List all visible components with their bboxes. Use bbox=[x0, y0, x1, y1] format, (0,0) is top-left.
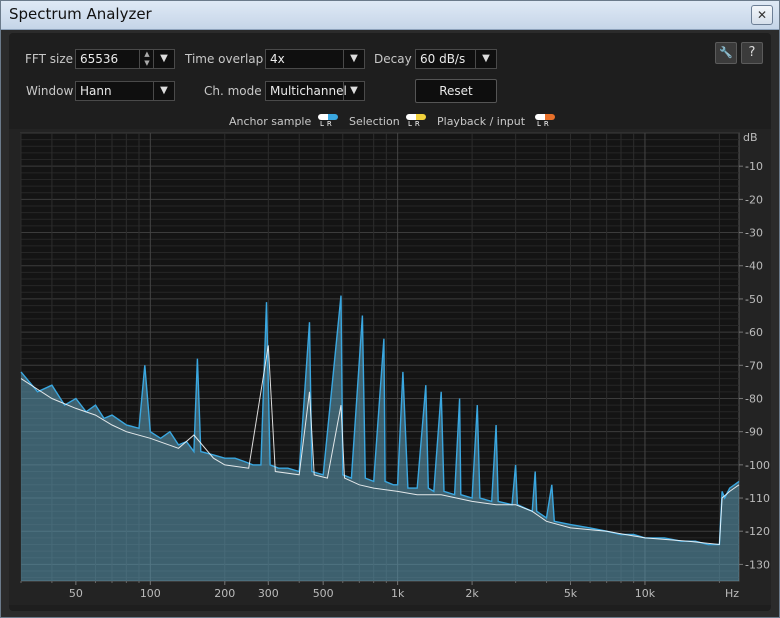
x-axis-unit: Hz bbox=[725, 587, 739, 600]
l-label: L bbox=[320, 120, 327, 128]
time-overlap-value: 4x bbox=[270, 52, 285, 66]
r-label: R bbox=[414, 120, 423, 128]
y-tick-label: -80 bbox=[745, 392, 763, 405]
legend-selection-swatch: LR bbox=[406, 114, 426, 128]
channel-mode-value: Multichannel bbox=[270, 84, 347, 98]
window-function-value: Hann bbox=[80, 84, 112, 98]
y-tick-label: -50 bbox=[745, 293, 763, 306]
spectrum-plot[interactable]: -10 -20 -30 -40 -50 -60 -70 -80 -90 -100 -110 -120 -… bbox=[9, 129, 771, 605]
y-tick-label: -110 bbox=[745, 492, 770, 505]
x-tick-label: 2k bbox=[465, 587, 479, 600]
chevron-down-icon[interactable]: ▼ bbox=[153, 82, 174, 100]
chevron-down-icon[interactable]: ▼ bbox=[153, 50, 174, 68]
legend-playback-swatch: LR bbox=[535, 114, 555, 128]
y-tick-label: -60 bbox=[745, 326, 763, 339]
y-tick-label: -20 bbox=[745, 193, 763, 206]
wrench-icon: 🔧 bbox=[719, 46, 733, 59]
y-tick-label: -90 bbox=[745, 426, 763, 439]
y-tick-label: -10 bbox=[745, 160, 763, 173]
spin-up-icon[interactable]: ▲ bbox=[140, 50, 154, 59]
window-function-select[interactable]: Hann ▼ bbox=[75, 81, 175, 101]
spin-down-icon[interactable]: ▼ bbox=[140, 59, 154, 68]
reset-button[interactable]: Reset bbox=[415, 79, 497, 103]
y-axis-unit: dB bbox=[743, 131, 758, 144]
fft-size-select[interactable]: 65536 ▲ ▼ ▼ bbox=[75, 49, 175, 69]
legend-selection-label: Selection bbox=[349, 115, 400, 128]
x-tick-label: 5k bbox=[564, 587, 578, 600]
settings-button[interactable]: 🔧 bbox=[715, 42, 737, 64]
legend-anchor-label: Anchor sample bbox=[229, 115, 312, 128]
title-bar[interactable]: Spectrum Analyzer ✕ bbox=[1, 1, 779, 30]
y-tick-label: -100 bbox=[745, 459, 770, 472]
window-function-label: Window bbox=[26, 84, 74, 98]
spectrum-analyzer-window: Spectrum Analyzer ✕ FFT size 65536 ▲ ▼ ▼ … bbox=[0, 0, 780, 618]
x-tick-label: 10k bbox=[635, 587, 656, 600]
fft-size-stepper[interactable]: ▲ ▼ bbox=[139, 50, 154, 68]
r-label: R bbox=[543, 120, 552, 128]
time-overlap-select[interactable]: 4x ▼ bbox=[265, 49, 365, 69]
chevron-down-icon[interactable]: ▼ bbox=[343, 82, 364, 100]
decay-value: 60 dB/s bbox=[420, 52, 466, 66]
x-tick-label: 200 bbox=[214, 587, 235, 600]
close-button[interactable]: ✕ bbox=[751, 5, 773, 25]
y-tick-label: -120 bbox=[745, 525, 770, 538]
chevron-down-icon[interactable]: ▼ bbox=[343, 50, 364, 68]
window-title: Spectrum Analyzer bbox=[9, 5, 152, 23]
x-tick-label: 100 bbox=[140, 587, 161, 600]
close-icon: ✕ bbox=[756, 8, 768, 22]
y-tick-label: -40 bbox=[745, 260, 763, 273]
decay-label: Decay bbox=[374, 52, 412, 66]
y-tick-label: -70 bbox=[745, 359, 763, 372]
x-tick-label: 50 bbox=[69, 587, 83, 600]
l-label: L bbox=[537, 120, 544, 128]
time-overlap-label: Time overlap bbox=[185, 52, 264, 66]
fft-size-label: FFT size bbox=[25, 52, 74, 66]
r-label: R bbox=[326, 120, 335, 128]
help-button[interactable]: ? bbox=[741, 42, 763, 64]
legend-anchor-swatch: LR bbox=[318, 114, 338, 128]
l-label: L bbox=[408, 120, 415, 128]
decay-select[interactable]: 60 dB/s ▼ bbox=[415, 49, 497, 69]
help-icon: ? bbox=[748, 45, 756, 60]
y-tick-label: -130 bbox=[745, 558, 770, 571]
fft-size-value: 65536 bbox=[80, 52, 119, 66]
chevron-down-icon[interactable]: ▼ bbox=[475, 50, 496, 68]
x-tick-label: 1k bbox=[391, 587, 405, 600]
y-tick-label: -30 bbox=[745, 227, 763, 240]
x-tick-label: 300 bbox=[258, 587, 279, 600]
channel-mode-label: Ch. mode bbox=[204, 84, 262, 98]
channel-mode-select[interactable]: Multichannel ▼ bbox=[265, 81, 365, 101]
legend-playback-label: Playback / input bbox=[437, 115, 526, 128]
x-tick-label: 500 bbox=[313, 587, 334, 600]
